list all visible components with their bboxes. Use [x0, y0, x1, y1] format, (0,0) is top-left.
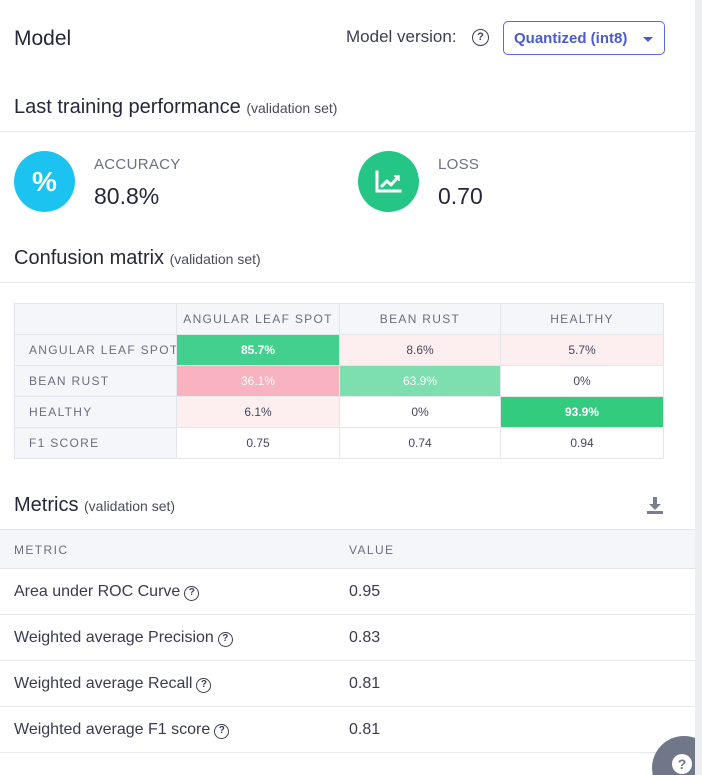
table-row: Weighted average Recall? 0.81: [0, 661, 695, 707]
column-header: VALUE: [349, 543, 395, 557]
metric-name-text: Weighted average Recall: [14, 675, 193, 692]
loss-value: 0.70: [438, 183, 483, 209]
row-header: HEALTHY: [14, 396, 177, 428]
confusion-matrix-header-row: ANGULAR LEAF SPOT BEAN RUST HEALTHY: [14, 303, 664, 335]
metric-name-text: Weighted average F1 score: [14, 721, 211, 738]
model-panel: Model Model version: ? Quantized (int8) …: [0, 0, 695, 775]
caret-down-icon: [643, 37, 653, 42]
model-version-selected: Quantized (int8): [514, 30, 628, 47]
metric-value: 0.81: [349, 721, 381, 738]
matrix-cell: 85.7%: [176, 334, 340, 366]
help-icon[interactable]: ?: [472, 29, 489, 46]
confusion-matrix-subtitle: (validation set): [169, 251, 261, 267]
accuracy-value: 80.8%: [94, 183, 160, 209]
performance-title: Last training performance: [14, 96, 241, 118]
matrix-cell: 8.6%: [339, 334, 501, 366]
matrix-cell: 0%: [339, 396, 501, 428]
matrix-cell: 6.1%: [176, 396, 340, 428]
performance-heading: Last training performance (validation se…: [14, 96, 337, 119]
help-icon[interactable]: ?: [184, 586, 200, 601]
metric-name: Weighted average F1 score?: [14, 721, 230, 739]
column-header: ANGULAR LEAF SPOT: [176, 303, 340, 335]
help-icon[interactable]: ?: [217, 632, 233, 647]
confusion-matrix-row: BEAN RUST 36.1% 63.9% 0%: [14, 365, 664, 397]
help-icon[interactable]: ?: [196, 678, 212, 693]
page-title: Model: [14, 27, 72, 50]
f1-score-row: F1 SCORE 0.75 0.74 0.94: [14, 427, 664, 459]
matrix-cell: 0%: [500, 365, 664, 397]
row-header: F1 SCORE: [14, 427, 177, 459]
column-header: METRIC: [14, 543, 69, 557]
percent-icon: %: [14, 151, 75, 212]
metrics-heading: Metrics (validation set): [14, 494, 175, 517]
matrix-cell: 93.9%: [500, 396, 664, 428]
help-icon[interactable]: ?: [214, 724, 230, 739]
divider: [0, 131, 695, 132]
loss-label: LOSS: [438, 156, 480, 173]
row-header: BEAN RUST: [14, 365, 177, 397]
model-version-label: Model version:: [346, 27, 457, 46]
table-row: Weighted average Precision? 0.83: [0, 615, 695, 661]
accuracy-label: ACCURACY: [94, 156, 181, 173]
scrollbar[interactable]: [695, 0, 702, 775]
confusion-matrix-row: HEALTHY 6.1% 0% 93.9%: [14, 396, 664, 428]
f1-cell: 0.75: [176, 427, 340, 459]
confusion-matrix-table: ANGULAR LEAF SPOT BEAN RUST HEALTHY ANGU…: [14, 303, 664, 459]
metric-value: 0.81: [349, 675, 381, 692]
divider: [0, 282, 695, 283]
table-row: Weighted average F1 score? 0.81: [0, 707, 695, 753]
performance-subtitle: (validation set): [246, 100, 338, 116]
metric-value: 0.95: [349, 583, 381, 600]
matrix-cell: 5.7%: [500, 334, 664, 366]
model-version-dropdown[interactable]: Quantized (int8): [503, 21, 665, 55]
f1-cell: 0.94: [500, 427, 664, 459]
chart-line-icon: [358, 151, 419, 212]
metric-value: 0.83: [349, 629, 381, 646]
column-header: BEAN RUST: [339, 303, 501, 335]
column-header: HEALTHY: [500, 303, 664, 335]
metrics-table-header: METRIC VALUE: [0, 529, 695, 569]
metrics-title: Metrics: [14, 494, 79, 516]
row-header: ANGULAR LEAF SPOT: [14, 334, 177, 366]
f1-cell: 0.74: [339, 427, 501, 459]
metric-name-text: Area under ROC Curve: [14, 583, 181, 600]
metric-name: Weighted average Recall?: [14, 675, 212, 693]
confusion-matrix-heading: Confusion matrix (validation set): [14, 247, 261, 270]
metric-name: Weighted average Precision?: [14, 629, 233, 647]
matrix-cell: 63.9%: [339, 365, 501, 397]
confusion-matrix-row: ANGULAR LEAF SPOT 85.7% 8.6% 5.7%: [14, 334, 664, 366]
question-mark-icon: ?: [672, 754, 692, 774]
metric-name-text: Weighted average Precision: [14, 629, 214, 646]
metric-name: Area under ROC Curve?: [14, 583, 200, 601]
confusion-matrix-corner: [14, 303, 177, 335]
matrix-cell: 36.1%: [176, 365, 340, 397]
metrics-subtitle: (validation set): [84, 498, 176, 514]
download-icon[interactable]: [645, 495, 665, 515]
table-row: Area under ROC Curve? 0.95: [0, 569, 695, 615]
confusion-matrix-title: Confusion matrix: [14, 247, 165, 269]
